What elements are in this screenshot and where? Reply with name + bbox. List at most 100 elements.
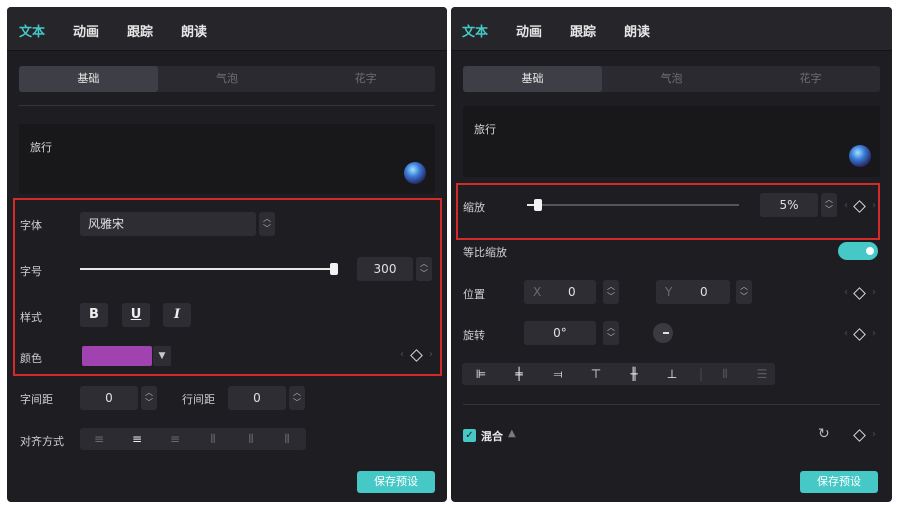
- tab-text[interactable]: 文本: [462, 21, 488, 40]
- keyframe-prev-icon[interactable]: ‹: [844, 328, 848, 339]
- keyframe-prev-icon[interactable]: ‹: [400, 349, 404, 360]
- subtab-basic[interactable]: 基础: [463, 66, 602, 92]
- italic-button[interactable]: I: [163, 303, 191, 327]
- font-label: 字体: [20, 219, 42, 232]
- tab-animation[interactable]: 动画: [73, 21, 99, 40]
- size-stepper[interactable]: ︿ ﹀: [416, 257, 432, 281]
- chevron-up-icon: ︿: [607, 323, 615, 332]
- keyframe-next-icon[interactable]: ›: [429, 349, 433, 360]
- size-input[interactable]: 300: [357, 257, 413, 281]
- save-preset-button[interactable]: 保存预设: [800, 471, 878, 493]
- align-left-edge-icon[interactable]: ⊫: [468, 363, 494, 385]
- keyframe-next-icon[interactable]: ›: [872, 328, 876, 339]
- scale-stepper[interactable]: ︿ ﹀: [821, 193, 837, 217]
- distribute-vertical-icon[interactable]: ☰: [749, 363, 775, 385]
- align-vertical-center-icon[interactable]: ╫: [621, 363, 647, 385]
- text-properties-panel-right: 文本 动画 跟踪 朗读 基础 气泡 花字 旅行 缩放 5% ︿ ﹀ ‹ › 等比缩…: [451, 7, 892, 502]
- uniform-scale-toggle[interactable]: [838, 242, 878, 260]
- keyframe-diamond-icon[interactable]: [853, 429, 866, 442]
- keyframe-next-icon[interactable]: ›: [872, 287, 876, 298]
- font-stepper[interactable]: ︿ ﹀: [259, 212, 275, 236]
- tab-tracking[interactable]: 跟踪: [570, 21, 596, 40]
- chevron-up-icon: ︿: [740, 282, 748, 291]
- scale-slider-track[interactable]: [527, 204, 739, 206]
- tab-animation[interactable]: 动画: [516, 21, 542, 40]
- vertical-align-top-icon[interactable]: ⦀: [200, 428, 226, 450]
- keyframe-diamond-icon[interactable]: [410, 349, 423, 362]
- line-spacing-stepper[interactable]: ︿ ﹀: [289, 386, 305, 410]
- rotation-dial-icon[interactable]: [653, 323, 673, 343]
- tab-text[interactable]: 文本: [19, 21, 45, 40]
- bold-button[interactable]: B: [80, 303, 108, 327]
- scale-slider-thumb[interactable]: [534, 199, 542, 211]
- subtab-basic[interactable]: 基础: [19, 66, 158, 92]
- style-label: 样式: [20, 311, 42, 324]
- subtab-fancy-text[interactable]: 花字: [296, 66, 435, 92]
- keyframe-diamond-icon[interactable]: [853, 200, 866, 213]
- keyframe-diamond-icon[interactable]: [853, 287, 866, 300]
- position-label: 位置: [463, 288, 485, 301]
- blend-label: 混合: [481, 430, 503, 443]
- text-input-area[interactable]: 旅行: [19, 124, 435, 194]
- chevron-up-icon: ︿: [825, 195, 833, 204]
- font-select[interactable]: 风雅宋: [80, 212, 256, 236]
- position-x-stepper[interactable]: ︿ ﹀: [603, 280, 619, 304]
- vertical-align-bottom-icon[interactable]: ⦀: [274, 428, 300, 450]
- vertical-align-center-icon[interactable]: ⦀: [238, 428, 264, 450]
- y-label: Y: [665, 285, 673, 299]
- rotation-stepper[interactable]: ︿ ﹀: [603, 321, 619, 345]
- y-value: 0: [700, 285, 708, 299]
- ai-orb-icon[interactable]: [404, 162, 426, 184]
- char-spacing-input[interactable]: 0: [80, 386, 138, 410]
- tab-bar: 文本 动画 跟踪 朗读: [451, 7, 892, 51]
- save-preset-button[interactable]: 保存预设: [357, 471, 435, 493]
- subtab-group: 基础 气泡 花字: [463, 66, 880, 92]
- chevron-up-icon[interactable]: ▲: [508, 428, 516, 439]
- chevron-up-icon: ︿: [145, 388, 153, 397]
- align-left-icon[interactable]: ≡: [86, 428, 112, 450]
- rotation-input[interactable]: 0°: [524, 321, 596, 345]
- keyframe-next-icon[interactable]: ›: [872, 429, 876, 440]
- subtab-bubble[interactable]: 气泡: [158, 66, 297, 92]
- chevron-up-icon: ︿: [293, 388, 301, 397]
- alignment-bar: ≡ ≡ ≡ ⦀ ⦀ ⦀: [80, 428, 306, 450]
- align-right-edge-icon[interactable]: ⫤: [545, 363, 571, 385]
- char-spacing-stepper[interactable]: ︿ ﹀: [141, 386, 157, 410]
- position-y-stepper[interactable]: ︿ ﹀: [736, 280, 752, 304]
- blend-checkbox[interactable]: ✓: [463, 429, 476, 442]
- scale-input[interactable]: 5%: [760, 193, 818, 217]
- keyframe-prev-icon[interactable]: ‹: [844, 287, 848, 298]
- align-bottom-edge-icon[interactable]: ⊥: [659, 363, 685, 385]
- subtab-bubble[interactable]: 气泡: [602, 66, 741, 92]
- ai-orb-icon[interactable]: [849, 145, 871, 167]
- line-spacing-input[interactable]: 0: [228, 386, 286, 410]
- align-horizontal-center-icon[interactable]: ╪: [506, 363, 532, 385]
- align-top-edge-icon[interactable]: ⊤: [583, 363, 609, 385]
- chevron-down-icon: ﹀: [607, 333, 615, 342]
- align-center-icon[interactable]: ≡: [124, 428, 150, 450]
- subtab-group: 基础 气泡 花字: [19, 66, 435, 92]
- reset-icon[interactable]: ↻: [818, 426, 830, 442]
- keyframe-prev-icon[interactable]: ‹: [844, 200, 848, 211]
- position-x-input[interactable]: X 0: [524, 280, 596, 304]
- tab-read-aloud[interactable]: 朗读: [624, 21, 650, 40]
- subtab-fancy-text[interactable]: 花字: [741, 66, 880, 92]
- tab-read-aloud[interactable]: 朗读: [181, 21, 207, 40]
- color-swatch[interactable]: [82, 346, 152, 366]
- keyframe-diamond-icon[interactable]: [853, 328, 866, 341]
- chevron-down-icon: ﹀: [263, 224, 271, 233]
- distribute-horizontal-icon[interactable]: ⦀: [712, 363, 738, 385]
- align-right-icon[interactable]: ≡: [162, 428, 188, 450]
- align-divider: |: [699, 367, 704, 381]
- position-y-input[interactable]: Y 0: [656, 280, 730, 304]
- underline-button[interactable]: U: [122, 303, 150, 327]
- scale-label: 缩放: [463, 201, 485, 214]
- keyframe-next-icon[interactable]: ›: [872, 200, 876, 211]
- text-input-area[interactable]: 旅行: [463, 106, 880, 177]
- text-properties-panel-left: 文本 动画 跟踪 朗读 基础 气泡 花字 旅行 字体 风雅宋 ︿ ﹀ 字号 300…: [7, 7, 447, 502]
- chevron-up-icon: ︿: [263, 214, 271, 223]
- chevron-up-icon: ︿: [607, 282, 615, 291]
- size-slider-thumb[interactable]: [330, 263, 338, 275]
- color-dropdown-chevron-icon[interactable]: ▼: [153, 346, 171, 366]
- tab-tracking[interactable]: 跟踪: [127, 21, 153, 40]
